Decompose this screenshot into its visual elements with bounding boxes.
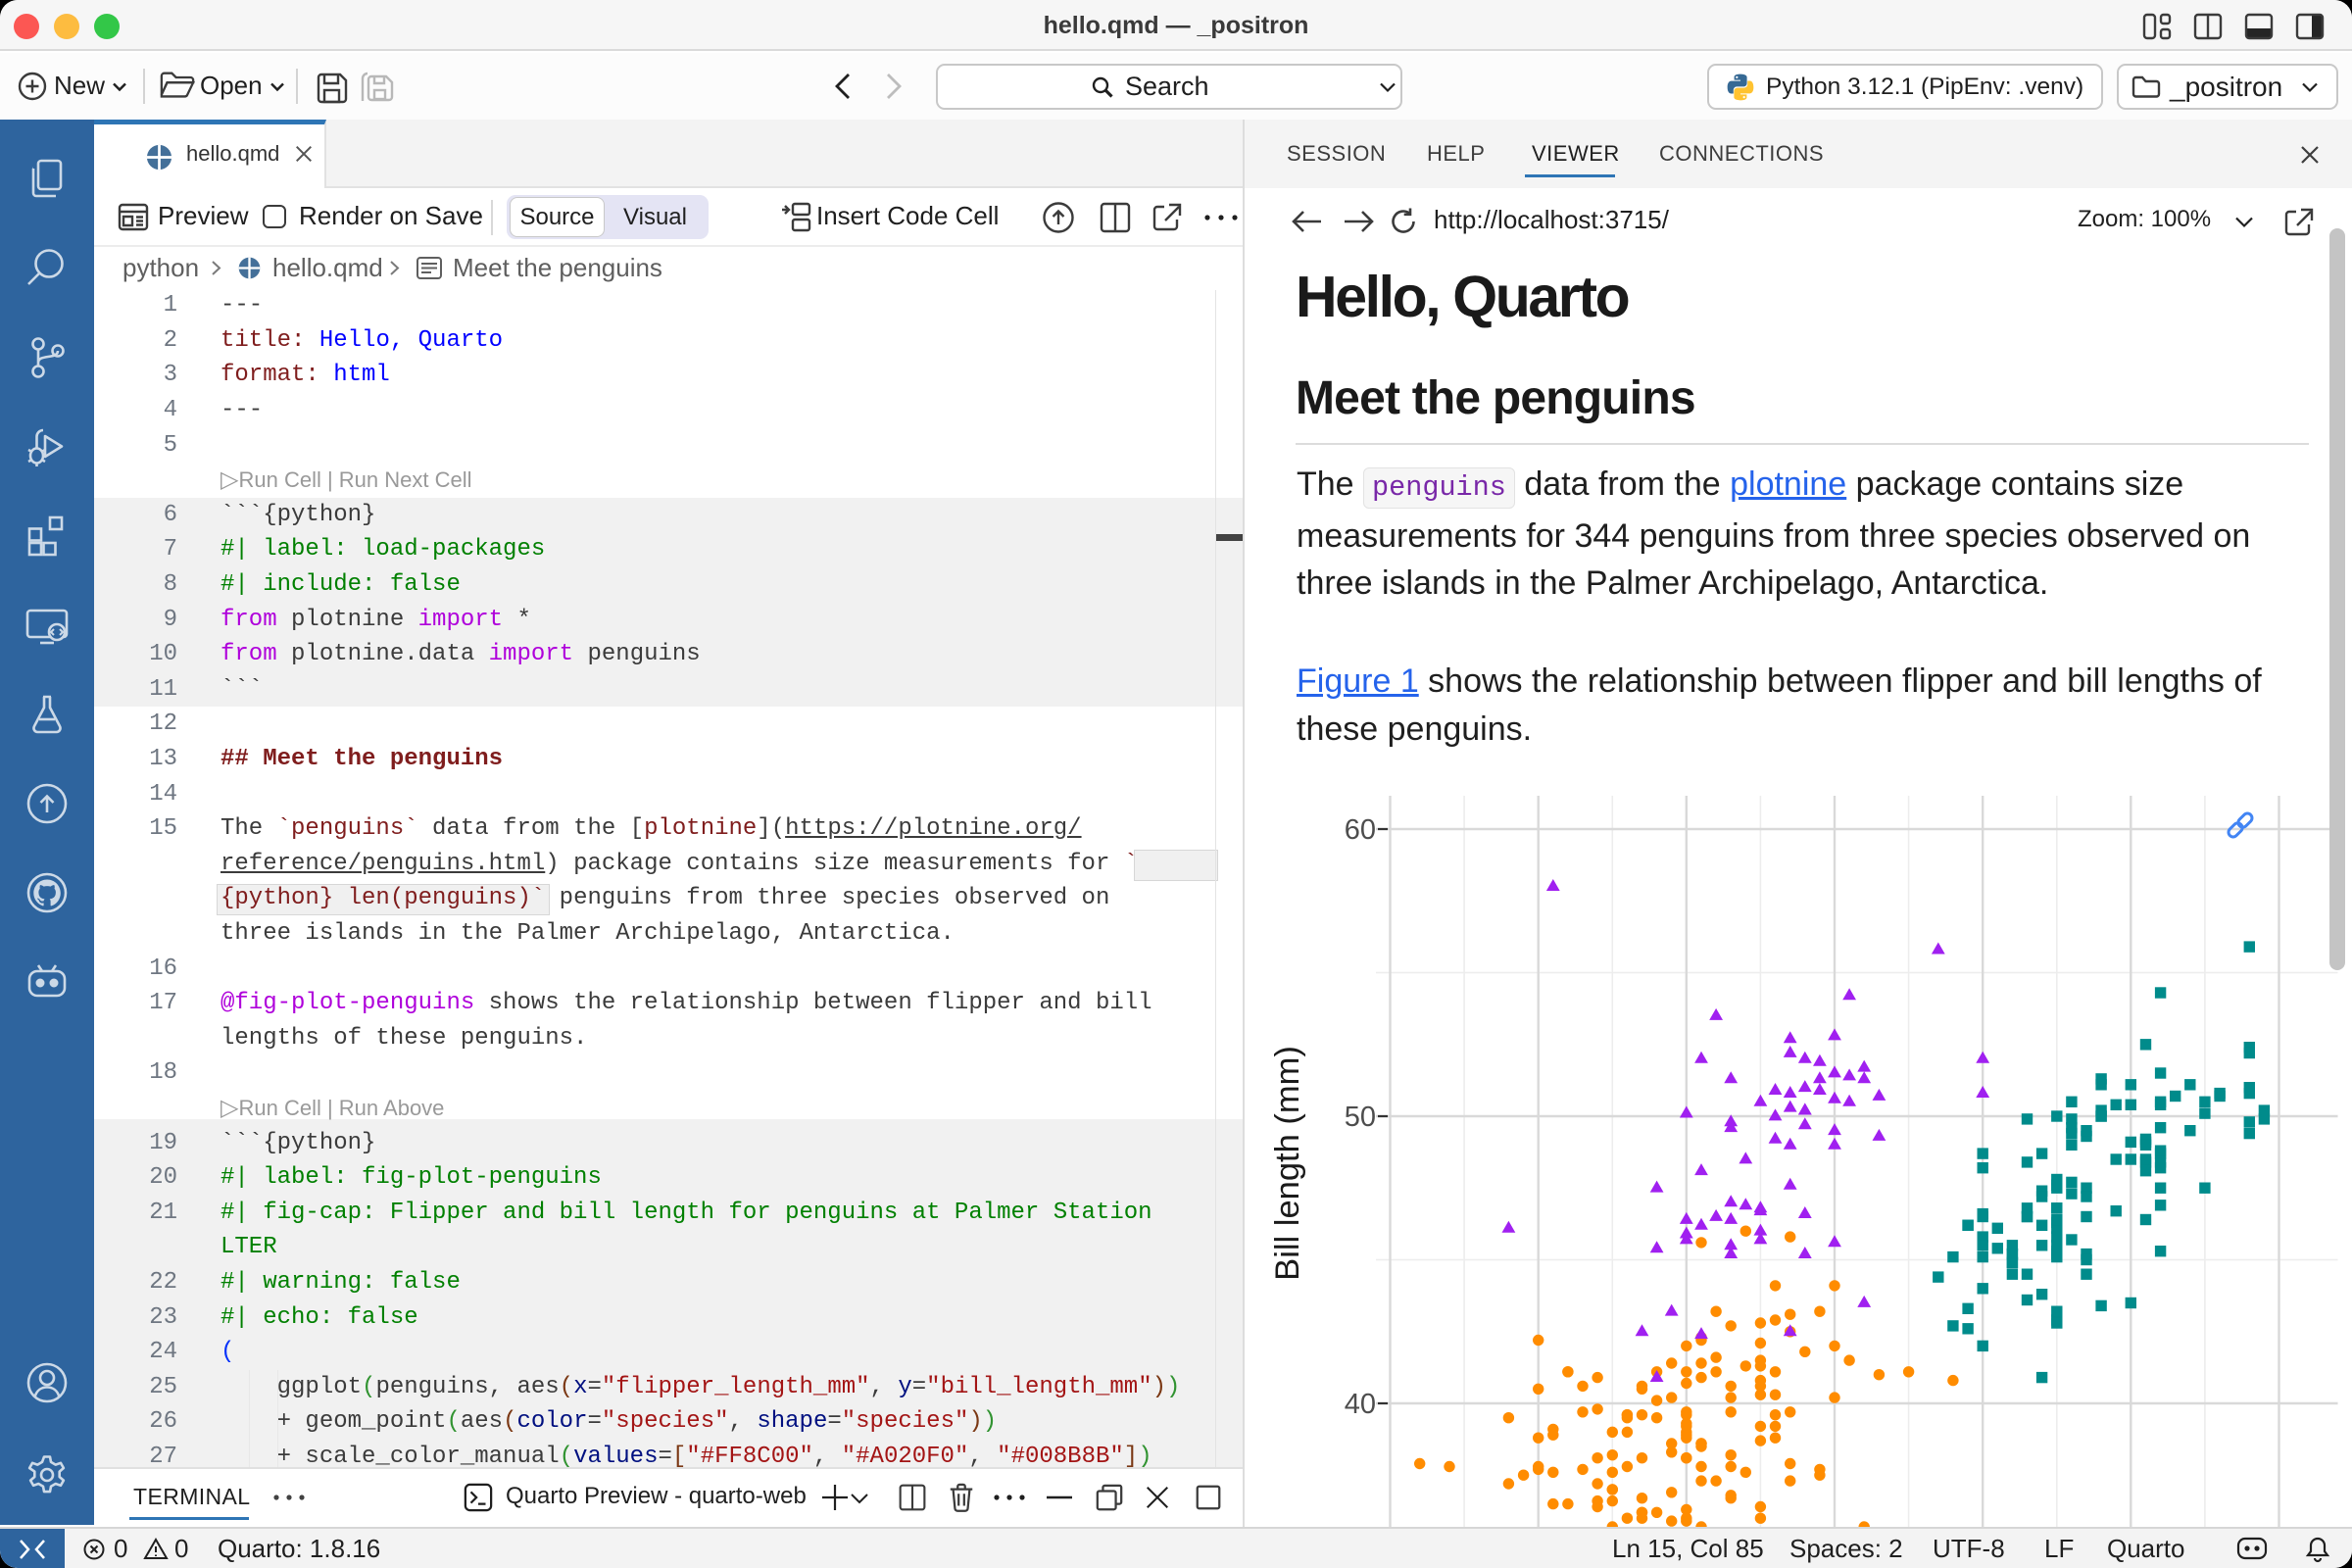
svg-text:40: 40 — [1345, 1389, 1376, 1420]
svg-text:50: 50 — [1345, 1102, 1376, 1133]
svg-text:60: 60 — [1345, 814, 1376, 846]
svg-text:Bill length (mm): Bill length (mm) — [1269, 1046, 1306, 1281]
